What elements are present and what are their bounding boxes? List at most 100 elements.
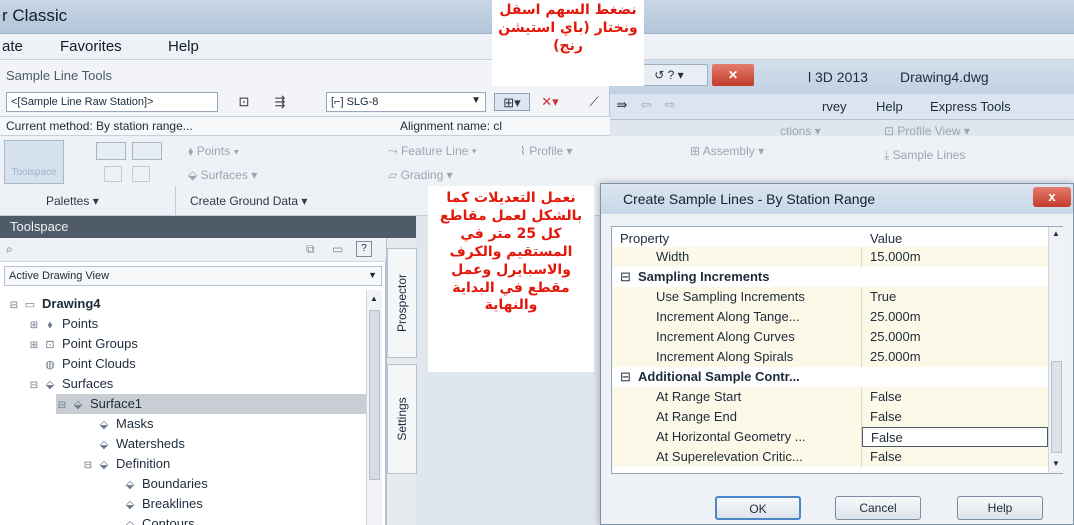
tree-node-surface1[interactable]: ⊟ ⬙ Surface1: [56, 394, 142, 414]
select-line-icon[interactable]: ✕▾: [540, 93, 560, 111]
undo-icon[interactable]: ⇦: [636, 96, 656, 114]
sample-lines-button[interactable]: ⤓ Sample Lines: [884, 148, 965, 163]
grid-scrollbar[interactable]: ▲ ▼: [1048, 227, 1063, 473]
close-icon[interactable]: ✕: [712, 64, 754, 86]
tab-prospector[interactable]: Prospector: [387, 248, 417, 358]
property-category[interactable]: ⊟ Sampling Increments: [612, 267, 1048, 287]
tree-node-points[interactable]: ⊞ ⬧ Points: [28, 314, 98, 334]
group-divider: [175, 186, 176, 216]
property-value[interactable]: False: [862, 407, 1048, 427]
tree-node-point-clouds[interactable]: ◍ Point Clouds: [42, 354, 136, 374]
grading-menu[interactable]: ▱ Grading ▾: [388, 168, 453, 182]
sample-line-group-combo[interactable]: [⌐] SLG-8 ▼: [326, 92, 486, 112]
property-row[interactable]: At Superelevation Critic... False: [612, 447, 1048, 467]
property-category[interactable]: ⊟ Additional Sample Contr...: [612, 367, 1048, 387]
scroll-up-icon[interactable]: ▲: [370, 294, 378, 303]
property-value[interactable]: False: [862, 427, 1048, 447]
tab-help[interactable]: Help: [876, 99, 903, 114]
panorama-icon[interactable]: [132, 142, 162, 160]
palettes-group[interactable]: Palettes ▾: [46, 194, 99, 208]
profile-menu[interactable]: ⌇ Profile ▾: [520, 144, 573, 158]
tree-node-masks[interactable]: ⬙ Masks: [96, 414, 154, 434]
search-icon[interactable]: ⌕: [6, 242, 13, 257]
redo-icon[interactable]: ⇨: [660, 96, 680, 114]
station-combo[interactable]: <[Sample Line Raw Station]>: [6, 92, 218, 112]
tree-node-point-groups[interactable]: ⊞ ⊡ Point Groups: [28, 334, 138, 354]
property-value[interactable]: 25.000m: [862, 347, 1048, 367]
ok-button[interactable]: OK: [715, 496, 801, 520]
help-button[interactable]: Help: [957, 496, 1043, 520]
property-row[interactable]: At Range Start False: [612, 387, 1048, 407]
create-ground-group[interactable]: Create Ground Data ▾: [190, 194, 307, 208]
property-value[interactable]: 25.000m: [862, 327, 1048, 347]
palette-icon[interactable]: [96, 142, 126, 160]
property-name: Increment Along Tange...: [612, 307, 862, 327]
toolspace-button[interactable]: Toolspace: [4, 140, 64, 184]
scroll-thumb[interactable]: [369, 310, 380, 480]
tree-scrollbar[interactable]: ▲: [366, 290, 382, 525]
menu-create[interactable]: ate: [2, 38, 23, 55]
cancel-button[interactable]: Cancel: [835, 496, 921, 520]
tree-node-breaklines[interactable]: ⬙ Breaklines: [122, 494, 203, 514]
civil-title-bar: ↺ ? ▾ ✕ l 3D 2013 Drawing4.dwg: [610, 60, 1074, 94]
property-row[interactable]: Increment Along Curves 25.000m: [612, 327, 1048, 347]
property-row[interactable]: Increment Along Tange... 25.000m: [612, 307, 1048, 327]
points-menu[interactable]: ⬧ Points ▾: [188, 144, 239, 159]
menu-help[interactable]: Help: [168, 38, 199, 55]
menu-favorites[interactable]: Favorites: [60, 38, 122, 55]
tree-node-contours[interactable]: ⬙ Contours: [122, 514, 195, 525]
edit-icon[interactable]: ⇛: [612, 96, 632, 114]
pick-icon[interactable]: ⊡: [234, 93, 254, 111]
panel-icon[interactable]: ▭: [332, 242, 343, 256]
draw-icon[interactable]: ⟋: [584, 93, 604, 111]
property-row[interactable]: Increment Along Spirals 25.000m: [612, 347, 1048, 367]
surfaces-menu[interactable]: ⬙ Surfaces ▾: [188, 168, 257, 182]
tree-node-surfaces[interactable]: ⊟ ⬙ Surfaces: [28, 374, 114, 394]
property-row[interactable]: At Horizontal Geometry ... False: [612, 427, 1048, 447]
chevron-down-icon: ▼: [471, 95, 481, 106]
collapse-icon[interactable]: ⊟: [620, 367, 631, 386]
property-value[interactable]: 25.000m: [862, 307, 1048, 327]
property-value[interactable]: False: [862, 447, 1048, 467]
view-combo[interactable]: Active Drawing View ▼: [4, 266, 382, 286]
drawing-name: Drawing4.dwg: [900, 69, 989, 85]
scroll-thumb[interactable]: [1051, 361, 1062, 453]
scroll-down-icon[interactable]: ▼: [1052, 459, 1060, 468]
property-row[interactable]: Width 15.000m: [612, 247, 1048, 267]
tab-survey[interactable]: rvey: [822, 99, 847, 114]
scroll-up-icon[interactable]: ▲: [1052, 229, 1060, 238]
assembly-menu[interactable]: ⊞ Assembly ▾: [690, 144, 764, 158]
sample-lines-label: Sample Lines: [892, 148, 966, 162]
property-row[interactable]: Use Sampling Increments True: [612, 287, 1048, 307]
tab-express-tools[interactable]: Express Tools: [930, 99, 1011, 114]
surfaces-label: Surfaces: [200, 168, 248, 182]
dialog-close-button[interactable]: x: [1033, 187, 1071, 207]
properties-icon[interactable]: [104, 166, 122, 182]
collapse-icon[interactable]: ⊟: [620, 267, 631, 286]
property-value[interactable]: 15.000m: [862, 247, 1048, 267]
tree-node-definition[interactable]: ⊟ ⬙ Definition: [82, 454, 170, 474]
property-value[interactable]: False: [862, 387, 1048, 407]
tree-label: Point Groups: [62, 336, 138, 351]
property-name: Width: [612, 247, 862, 267]
property-name: At Range Start: [612, 387, 862, 407]
tab-settings[interactable]: Settings: [387, 364, 417, 474]
copy-icon[interactable]: ⧉: [306, 242, 315, 257]
tree-node-drawing[interactable]: ⊟ ▭ Drawing4: [8, 294, 101, 314]
help-icon[interactable]: ?: [356, 241, 372, 257]
tree-label: Definition: [116, 456, 171, 471]
profile-view-menu[interactable]: ⊡ Profile View ▾: [884, 124, 970, 138]
sample-line-creation-methods-button[interactable]: ⊞▾: [494, 93, 530, 111]
profile-label: Profile: [529, 144, 564, 158]
property-name: Sampling Increments: [612, 267, 1048, 287]
header-property: Property: [620, 231, 670, 246]
feature-line-menu[interactable]: ⤳ Feature Line ▾: [388, 144, 477, 159]
event-viewer-icon[interactable]: [132, 166, 150, 182]
tree-node-watersheds[interactable]: ⬙ Watersheds: [96, 434, 185, 454]
tree-node-boundaries[interactable]: ⬙ Boundaries: [122, 474, 208, 494]
list-icon[interactable]: ⇶: [270, 93, 290, 111]
property-grid: Property Value Width 15.000m ⊟ Sampling In…: [611, 226, 1063, 474]
property-value[interactable]: True: [862, 287, 1048, 307]
sections-menu[interactable]: ctions ▾: [780, 124, 821, 138]
property-row[interactable]: At Range End False: [612, 407, 1048, 427]
